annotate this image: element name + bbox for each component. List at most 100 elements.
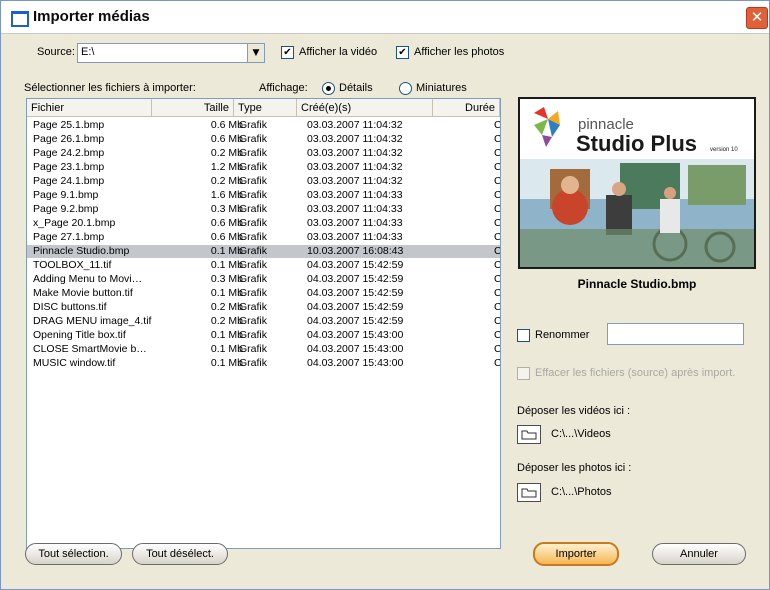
file-type-cell: Grafik xyxy=(239,217,268,229)
file-duration-cell: C xyxy=(494,329,500,342)
table-row[interactable]: x_Page 20.1.bmp 0.6 Mb Grafik 03.03.2007 11… xyxy=(27,217,500,230)
file-size-cell: 0.2 Mb xyxy=(210,147,243,159)
file-type-cell: Grafik xyxy=(239,203,268,215)
file-type-cell: Grafik xyxy=(239,329,268,341)
file-created-cell: 03.03.2007 11:04:33 xyxy=(307,231,403,243)
photos-folder-icon[interactable] xyxy=(517,483,541,502)
table-row[interactable]: Page 27.1.bmp 0.6 Mb Grafik 03.03.2007 11:0… xyxy=(27,231,500,244)
table-row[interactable]: DRAG MENU image_4.tif 0.2 Mb Grafik 04.03.2… xyxy=(27,315,500,328)
file-name-cell: DRAG MENU image_4.tif xyxy=(33,315,152,327)
file-created-cell: 04.03.2007 15:43:00 xyxy=(307,329,404,341)
file-duration-cell: C xyxy=(494,301,500,314)
file-size-cell: 0.1 Mb xyxy=(210,245,243,257)
file-name-cell: Page 9.1.bmp xyxy=(33,189,99,201)
file-duration-cell: C xyxy=(494,119,500,132)
select-all-button[interactable]: Tout sélection. xyxy=(25,543,122,565)
file-created-cell: 03.03.2007 11:04:33 xyxy=(307,203,403,215)
file-type-cell: Grafik xyxy=(239,357,268,369)
view-thumbnails-radio[interactable] xyxy=(399,82,412,95)
file-duration-cell: C xyxy=(494,189,500,202)
file-type-cell: Grafik xyxy=(239,175,268,187)
preview-artwork: pinnacle Studio Plus version 10 xyxy=(520,99,754,267)
file-created-cell: 03.03.2007 11:04:32 xyxy=(307,147,403,159)
source-select[interactable]: E:\ ▼ xyxy=(77,43,265,63)
file-type-cell: Grafik xyxy=(239,259,268,271)
file-size-cell: 0.1 Mb xyxy=(210,357,243,369)
file-name-cell: Pinnacle Studio.bmp xyxy=(33,245,130,257)
rename-input[interactable] xyxy=(607,323,744,345)
column-header-size[interactable]: Taille xyxy=(152,99,234,117)
rename-checkbox[interactable] xyxy=(517,329,530,342)
file-name-cell: Make Movie button.tif xyxy=(33,287,133,299)
file-duration-cell: C xyxy=(494,231,500,244)
file-created-cell: 04.03.2007 15:42:59 xyxy=(307,301,404,313)
table-row[interactable]: Page 9.2.bmp 0.3 Mb Grafik 03.03.2007 11:04… xyxy=(27,203,500,216)
file-name-cell: Adding Menu to Movi… xyxy=(33,273,143,285)
deselect-all-button[interactable]: Tout désélect. xyxy=(132,543,228,565)
file-type-cell: Grafik xyxy=(239,147,268,159)
table-row[interactable]: Page 9.1.bmp 1.6 Mb Grafik 03.03.2007 11:04… xyxy=(27,189,500,202)
table-row[interactable]: CLOSE SmartMovie b… 0.1 Mb Grafik 04.03.200… xyxy=(27,343,500,356)
cancel-button[interactable]: Annuler xyxy=(652,543,746,565)
file-name-cell: Opening Title box.tif xyxy=(33,329,126,341)
table-row[interactable]: Page 24.2.bmp 0.2 Mb Grafik 03.03.2007 11:0… xyxy=(27,147,500,160)
dialog-title: Importer médias xyxy=(33,8,150,25)
file-created-cell: 04.03.2007 15:43:00 xyxy=(307,343,404,355)
rename-label: Renommer xyxy=(535,329,590,341)
column-header-type[interactable]: Type xyxy=(234,99,297,117)
file-created-cell: 03.03.2007 11:04:32 xyxy=(307,119,403,131)
table-row[interactable]: Make Movie button.tif 0.1 Mb Grafik 04.03.2… xyxy=(27,287,500,300)
preview-caption: Pinnacle Studio.bmp xyxy=(577,277,697,291)
column-header-duration[interactable]: Durée xyxy=(433,99,500,117)
table-row[interactable]: MUSIC window.tif 0.1 Mb Grafik 04.03.2007 1… xyxy=(27,357,500,370)
table-row[interactable]: DISC buttons.tif 0.2 Mb Grafik 04.03.2007 1… xyxy=(27,301,500,314)
table-row[interactable]: Page 25.1.bmp 0.6 Mb Grafik 03.03.2007 11:0… xyxy=(27,119,500,132)
view-details-label: Détails xyxy=(339,82,373,94)
table-row[interactable]: Opening Title box.tif 0.1 Mb Grafik 04.03.2… xyxy=(27,329,500,342)
file-size-cell: 0.1 Mb xyxy=(210,259,243,271)
file-type-cell: Grafik xyxy=(239,343,268,355)
show-video-checkbox[interactable]: ✔ xyxy=(281,46,294,59)
table-row[interactable]: Page 24.1.bmp 0.2 Mb Grafik 03.03.2007 11:0… xyxy=(27,175,500,188)
delete-source-checkbox[interactable] xyxy=(517,367,530,380)
file-name-cell: Page 23.1.bmp xyxy=(33,161,105,173)
file-name-cell: DISC buttons.tif xyxy=(33,301,107,313)
column-header-name[interactable]: Fichier xyxy=(27,99,152,117)
view-details-radio[interactable] xyxy=(322,82,335,95)
file-size-cell: 0.1 Mb xyxy=(210,329,243,341)
file-duration-cell: C xyxy=(494,287,500,300)
file-duration-cell: C xyxy=(494,147,500,160)
table-row[interactable]: Page 23.1.bmp 1.2 Mb Grafik 03.03.2007 11:0… xyxy=(27,161,500,174)
column-header-created[interactable]: Créé(e)(s) xyxy=(297,99,433,117)
file-duration-cell: C xyxy=(494,203,500,216)
file-list[interactable]: Fichier Taille Type Créé(e)(s) Durée Pag… xyxy=(26,98,501,549)
import-button[interactable]: Importer xyxy=(533,542,619,566)
photos-dest-label: Déposer les photos ici : xyxy=(517,462,632,474)
table-row[interactable]: Page 26.1.bmp 0.6 Mb Grafik 03.03.2007 11:0… xyxy=(27,133,500,146)
file-name-cell: Page 27.1.bmp xyxy=(33,231,105,243)
file-name-cell: x_Page 20.1.bmp xyxy=(33,217,116,229)
file-name-cell: CLOSE SmartMovie b… xyxy=(33,343,147,355)
close-button[interactable]: ✕ xyxy=(746,7,768,29)
file-type-cell: Grafik xyxy=(239,301,268,313)
preview-image: pinnacle Studio Plus version 10 xyxy=(518,97,756,269)
file-size-cell: 0.3 Mb xyxy=(210,203,243,215)
show-video-label: Afficher la vidéo xyxy=(299,46,378,58)
file-size-cell: 0.6 Mb xyxy=(210,119,243,131)
display-mode-label: Affichage: xyxy=(259,82,308,94)
table-row[interactable]: Adding Menu to Movi… 0.3 Mb Grafik 04.03.20… xyxy=(27,273,500,286)
file-size-cell: 0.2 Mb xyxy=(210,301,243,313)
chevron-down-icon[interactable]: ▼ xyxy=(247,44,264,62)
file-duration-cell: C xyxy=(494,217,500,230)
videos-folder-icon[interactable] xyxy=(517,425,541,444)
table-row-selected[interactable]: Pinnacle Studio.bmp 0.1 Mb Grafik 10.03.200… xyxy=(27,245,500,258)
file-size-cell: 0.6 Mb xyxy=(210,231,243,243)
file-name-cell: Page 24.2.bmp xyxy=(33,147,105,159)
file-created-cell: 04.03.2007 15:42:59 xyxy=(307,259,404,271)
file-type-cell: Grafik xyxy=(239,161,268,173)
file-size-cell: 0.2 Mb xyxy=(210,175,243,187)
file-duration-cell: C xyxy=(494,315,500,328)
file-created-cell: 03.03.2007 11:04:32 xyxy=(307,175,403,187)
show-photos-checkbox[interactable]: ✔ xyxy=(396,46,409,59)
table-row[interactable]: TOOLBOX_11.tif 0.1 Mb Grafik 04.03.2007 15:… xyxy=(27,259,500,272)
